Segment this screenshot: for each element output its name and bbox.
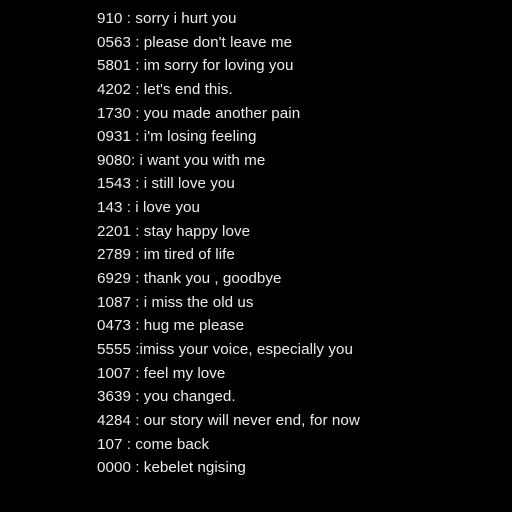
list-item: 5801 : im sorry for loving you	[97, 57, 294, 75]
list-item: 0563 : please don't leave me	[97, 33, 293, 51]
list-item: 4202 : let's end this.	[97, 80, 233, 98]
list-item: 2789 : im tired of life	[97, 246, 235, 264]
list-item: 9080: i want you with me	[97, 151, 266, 169]
list-item: 107 : come back	[97, 435, 210, 453]
list-item: 1007 : feel my love	[97, 364, 226, 382]
list-item: 0473 : hug me please	[97, 317, 245, 335]
code-meaning-list: 910 : sorry i hurt you 0563 : please don…	[97, 7, 360, 480]
list-item: 910 : sorry i hurt you	[97, 10, 237, 27]
list-item: 1087 : i miss the old us	[97, 293, 254, 311]
list-item: 0931 : i'm losing feeling	[97, 128, 257, 146]
list-item: 4284 : our story will never end, for now	[97, 411, 360, 429]
list-item: 1543 : i still love you	[97, 175, 235, 193]
list-item: 0000 : kebelet ngising	[97, 459, 246, 477]
list-item: 5555 :imiss your voice, especially you	[97, 340, 353, 358]
list-item: 1730 : you made another pain	[97, 104, 301, 122]
list-item: 2201 : stay happy love	[97, 222, 251, 240]
list-item: 3639 : you changed.	[97, 388, 236, 406]
list-item: 6929 : thank you , goodbye	[97, 270, 282, 288]
code-list-image: 910 : sorry i hurt you 0563 : please don…	[0, 0, 512, 512]
list-item: 143 : i love you	[97, 199, 200, 217]
